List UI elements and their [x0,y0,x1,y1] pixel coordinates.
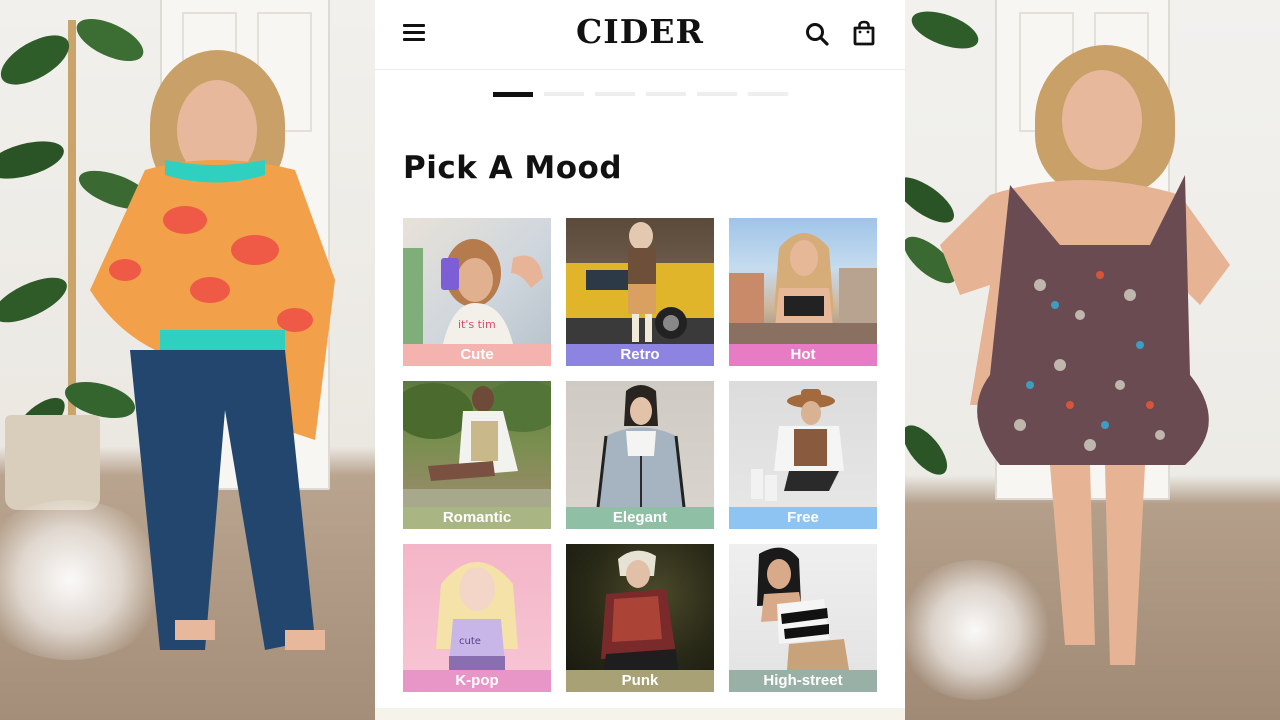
mood-photo-free [729,381,877,507]
bottom-strip [375,708,905,720]
mood-label: K-pop [403,670,551,692]
mood-tile-cute[interactable]: it's tim Cute [403,218,551,366]
app-header: CIDER [375,0,905,70]
mood-photo-high-street [729,544,877,670]
section-title: Pick A Mood [403,150,623,186]
mood-photo-romantic [403,381,551,507]
hamburger-menu-icon[interactable] [401,22,427,44]
mood-label: Hot [729,344,877,366]
model-right [930,45,1250,700]
brand-logo[interactable]: CIDER [540,12,740,51]
mood-label: High-street [729,670,877,692]
right-photo [905,0,1280,720]
cider-app-screen: CIDER Pick A Mood it's tim Cute Retro Ho… [375,0,905,720]
mood-label: Punk [566,670,714,692]
mood-label: Cute [403,344,551,366]
model-left [85,50,340,700]
carousel-page-indicator[interactable] [493,92,533,97]
carousel-page-indicator[interactable] [748,92,788,96]
carousel-pager [493,92,788,98]
shopping-bag-icon[interactable] [849,18,879,48]
mood-photo-elegant [566,381,714,507]
mood-tile-punk[interactable]: Punk [566,544,714,692]
mood-tile-free[interactable]: Free [729,381,877,529]
mood-photo-retro [566,218,714,344]
mood-tile-high-street[interactable]: High-street [729,544,877,692]
mood-tile-elegant[interactable]: Elegant [566,381,714,529]
mood-tile-hot[interactable]: Hot [729,218,877,366]
svg-text:cute: cute [459,636,481,647]
mood-tile-kpop[interactable]: cute K-pop [403,544,551,692]
mood-label: Retro [566,344,714,366]
mood-photo-punk [566,544,714,670]
mood-label: Romantic [403,507,551,529]
carousel-page-indicator[interactable] [595,92,635,96]
mood-photo-hot [729,218,877,344]
svg-text:it's tim: it's tim [458,318,496,331]
carousel-page-indicator[interactable] [544,92,584,96]
mood-photo-cute: it's tim [403,218,551,344]
mood-tile-romantic[interactable]: Romantic [403,381,551,529]
left-photo [0,0,375,720]
mood-label: Elegant [566,507,714,529]
carousel-page-indicator[interactable] [646,92,686,96]
mood-label: Free [729,507,877,529]
search-icon[interactable] [803,20,831,48]
mood-tile-retro[interactable]: Retro [566,218,714,366]
mood-photo-kpop: cute [403,544,551,670]
carousel-page-indicator[interactable] [697,92,737,96]
